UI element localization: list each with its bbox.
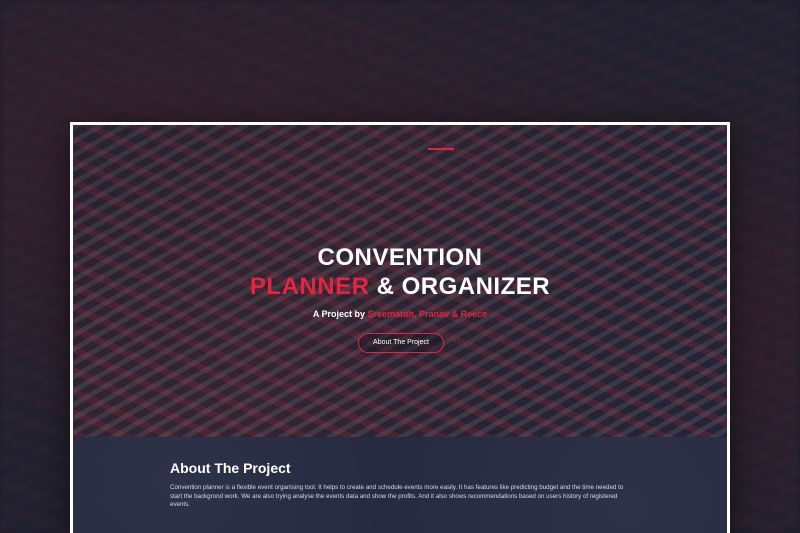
screenshot-frame: CONVENTION PLANNER & ORGANIZER A Project… bbox=[70, 122, 730, 533]
website-screen: CONVENTION PLANNER & ORGANIZER A Project… bbox=[73, 125, 727, 533]
byline-authors: Sreemanth, Pranav & Reece bbox=[367, 309, 488, 319]
about-description: Convention planner is a flexible event o… bbox=[170, 484, 624, 509]
hero-title: CONVENTION PLANNER & ORGANIZER bbox=[73, 243, 727, 301]
about-heading: About The Project bbox=[170, 460, 291, 476]
accent-divider bbox=[428, 148, 454, 150]
hero-title-highlight: PLANNER bbox=[249, 273, 370, 300]
hero-title-rest: & ORGANIZER bbox=[369, 273, 551, 300]
about-section: About The Project Convention planner is … bbox=[73, 437, 727, 533]
hero-section: CONVENTION PLANNER & ORGANIZER A Project… bbox=[73, 125, 727, 437]
project-byline: A Project by Sreemanth, Pranav & Reece bbox=[73, 309, 727, 319]
byline-prefix: A Project by bbox=[312, 309, 368, 319]
about-project-button[interactable]: About The Project bbox=[358, 333, 444, 353]
hero-title-line1: CONVENTION bbox=[317, 244, 483, 271]
